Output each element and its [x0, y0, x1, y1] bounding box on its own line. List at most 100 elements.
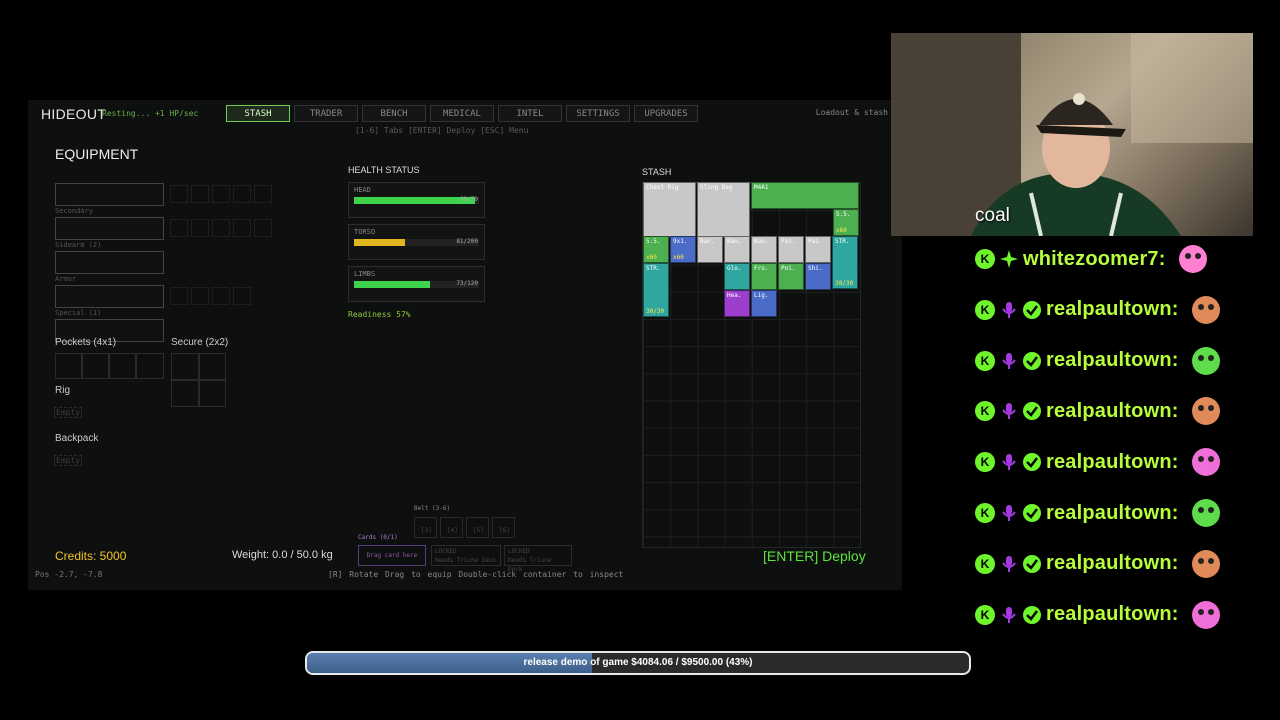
special-label: Special (1)	[55, 309, 102, 317]
health-heading: HEALTH STATUS	[348, 165, 420, 175]
microphone-badge-icon	[1000, 504, 1018, 522]
attachment-slot[interactable]	[191, 219, 209, 237]
tab-settings[interactable]: SETTINGS	[566, 105, 630, 122]
stash-item-qty: x60	[836, 227, 847, 234]
stash-item-qty: 30/30	[835, 280, 854, 287]
deploy-button[interactable]: [ENTER] Deploy	[763, 548, 866, 564]
stash-item-label: Poi.	[781, 265, 796, 272]
chat-username[interactable]: realpaultown:	[1046, 451, 1179, 474]
attachment-slot[interactable]	[212, 185, 230, 203]
attachment-slot[interactable]	[170, 219, 188, 237]
stash-item[interactable]: Hea.	[724, 290, 750, 317]
limbs-label: LIMBS	[354, 270, 376, 278]
microphone-badge-icon	[1000, 402, 1018, 420]
rig-empty-slot[interactable]: Empty	[54, 407, 83, 418]
streamer-photo	[891, 33, 1253, 236]
pocket-slot[interactable]	[82, 353, 109, 379]
attachment-slot[interactable]	[254, 219, 272, 237]
secure-slot[interactable]	[199, 380, 226, 407]
secure-slot[interactable]	[199, 353, 226, 380]
stash-item[interactable]: Shi.	[805, 263, 831, 290]
attachment-slot[interactable]	[191, 185, 209, 203]
weight-readout: Weight: 0.0 / 50.0 kg	[232, 549, 333, 561]
card-drop-zone[interactable]: Drag card here	[358, 545, 426, 566]
attachment-slot[interactable]	[254, 185, 272, 203]
belt-slot[interactable]: [6]	[492, 517, 515, 538]
chat-username[interactable]: realpaultown:	[1046, 400, 1179, 423]
head-label: HEAD	[354, 186, 371, 194]
attachment-slot[interactable]	[212, 287, 230, 305]
tab-trader[interactable]: TRADER	[294, 105, 358, 122]
verified-badge-icon	[1023, 351, 1041, 370]
chat-username[interactable]: realpaultown:	[1046, 502, 1179, 525]
belt-slot[interactable]: [5]	[466, 517, 489, 538]
attachment-slot[interactable]	[233, 287, 251, 305]
tab-bench[interactable]: BENCH	[362, 105, 426, 122]
attachment-slot[interactable]	[170, 287, 188, 305]
tab-medical[interactable]: MEDICAL	[430, 105, 494, 122]
tab-upgrades[interactable]: UPGRADES	[634, 105, 698, 122]
chat-username[interactable]: realpaultown:	[1046, 552, 1179, 575]
stash-item[interactable]: M4A1	[751, 182, 859, 209]
emote-icon	[1187, 445, 1225, 479]
sidearm-slot[interactable]	[55, 251, 164, 274]
chat-username[interactable]: realpaultown:	[1046, 603, 1179, 626]
tab-intel[interactable]: INTEL	[498, 105, 562, 122]
stash-item[interactable]: Fro.	[751, 263, 777, 290]
webcam: coal	[891, 33, 1253, 236]
rig-label: Rig	[55, 385, 71, 396]
microphone-badge-icon	[1000, 301, 1018, 319]
belt-slot-label: [6]	[499, 527, 510, 534]
stash-item[interactable]: Pai.	[778, 236, 804, 263]
chat-username[interactable]: realpaultown:	[1046, 298, 1179, 321]
stash-item[interactable]: Sling Bag	[697, 182, 750, 237]
locked-text: LOCKED	[508, 548, 530, 555]
torso-value: 81/200	[456, 238, 478, 245]
belt-slot[interactable]: [4]	[440, 517, 463, 538]
attachment-slot[interactable]	[233, 185, 251, 203]
stash-item-label: M4A1	[754, 184, 769, 191]
secure-slot[interactable]	[171, 380, 199, 407]
emote-icon	[1187, 293, 1225, 327]
equipment-heading: EQUIPMENT	[55, 146, 139, 162]
stash-item[interactable]: Ban.	[751, 236, 777, 263]
emote-icon	[1174, 242, 1212, 276]
stash-item[interactable]: 9x1. x60	[670, 236, 696, 263]
attachment-slot[interactable]	[191, 287, 209, 305]
belt-slot[interactable]: [3]	[414, 517, 437, 538]
stash-item[interactable]: Lig.	[751, 290, 777, 317]
stash-item[interactable]: Chest Rig	[643, 182, 696, 237]
kick-badge-icon: K	[975, 249, 995, 269]
stash-item[interactable]: STR. 30/30	[832, 236, 858, 289]
pocket-slot[interactable]	[55, 353, 82, 379]
pocket-slot[interactable]	[109, 353, 136, 379]
attachment-slot[interactable]	[233, 219, 251, 237]
armor-slot[interactable]	[55, 285, 164, 308]
stash-item[interactable]: Poi.	[778, 263, 804, 290]
secondary-slot[interactable]	[55, 217, 164, 240]
chat-message: Krealpaultown:	[975, 396, 1225, 426]
tab-stash[interactable]: STASH	[226, 105, 290, 122]
stash-item[interactable]: STR. 30/30	[643, 263, 669, 317]
armor-label: Armor	[55, 275, 77, 283]
secure-slot[interactable]	[171, 353, 199, 380]
kick-badge-icon: K	[975, 553, 995, 574]
chat-message: Krealpaultown:	[975, 295, 1225, 325]
stash-item[interactable]: Glo.	[724, 263, 750, 290]
stash-item[interactable]: Pai.	[805, 236, 831, 263]
chat-username[interactable]: realpaultown:	[1046, 349, 1179, 372]
limbs-fill	[354, 281, 431, 288]
backpack-empty-slot[interactable]: Empty	[54, 455, 83, 466]
pocket-slot[interactable]	[136, 353, 164, 379]
attachment-slot[interactable]	[170, 185, 188, 203]
verified-badge-icon	[1023, 554, 1041, 573]
webcam-name: coal	[975, 205, 1010, 226]
stash-item[interactable]: 5.5. x60	[643, 236, 669, 263]
stash-item[interactable]: Ban.	[724, 236, 750, 263]
stash-item[interactable]: Ban.	[697, 236, 723, 263]
cards-label: Cards (0/1)	[358, 534, 398, 541]
chat-username[interactable]: whitezoomer7:	[1023, 248, 1166, 271]
stash-item[interactable]: 5.5. x60	[833, 209, 859, 236]
primary-slot[interactable]	[55, 183, 164, 206]
attachment-slot[interactable]	[212, 219, 230, 237]
